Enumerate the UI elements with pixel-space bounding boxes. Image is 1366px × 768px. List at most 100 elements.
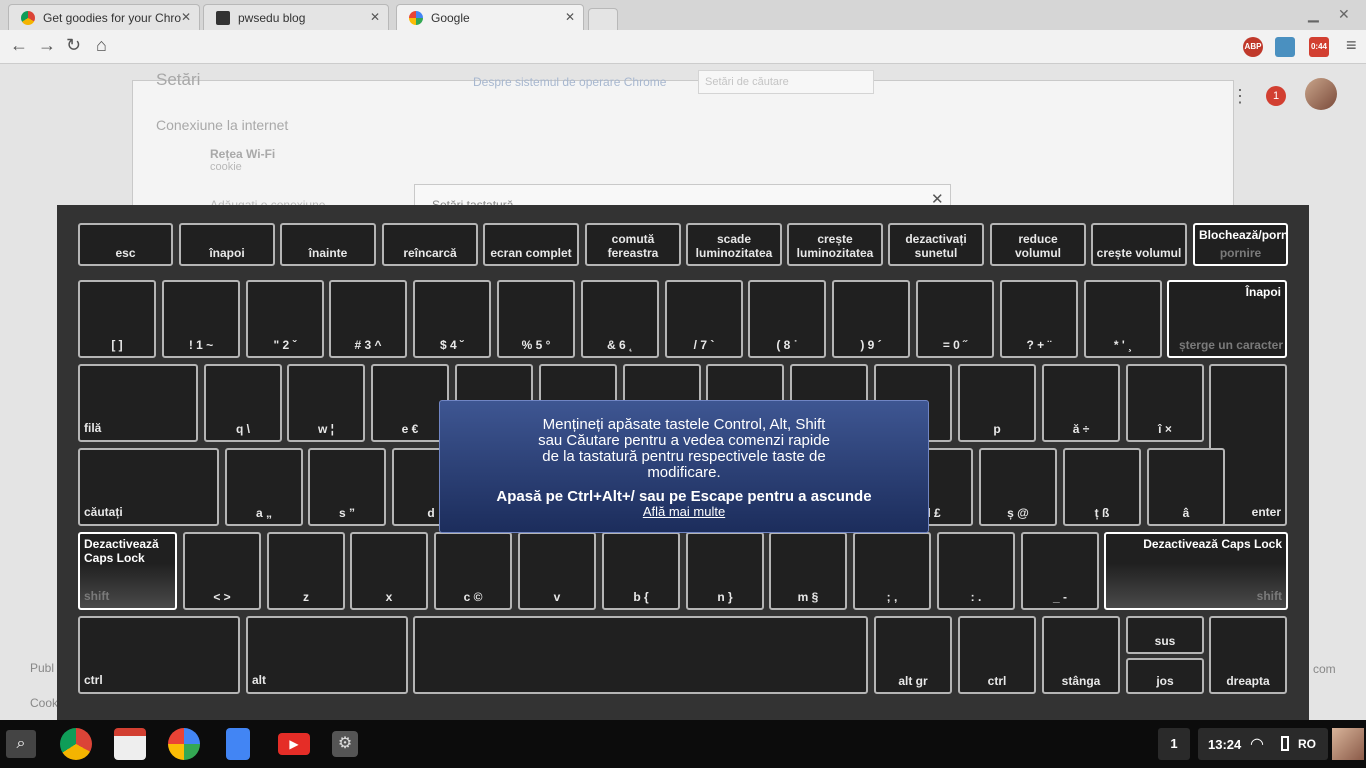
youtube-icon[interactable]: ▶ [278, 733, 310, 755]
launcher-search-icon[interactable]: ⌕ [6, 730, 36, 758]
key-0: = 0 ˝ [916, 280, 994, 358]
key-e: e € [371, 364, 449, 442]
settings-app-icon[interactable]: ⚙ [332, 731, 358, 757]
key-7: / 7 ` [665, 280, 743, 358]
tab-google[interactable]: Google ✕ [396, 4, 584, 30]
key-a: a „ [225, 448, 303, 526]
key-i-circumflex: î × [1126, 364, 1204, 442]
key-3: # 3 ^ [329, 280, 407, 358]
about-chrome-os-link[interactable]: Despre sistemul de operare Chrome [473, 75, 666, 89]
wifi-icon: ◠ [1250, 736, 1264, 753]
key-m: m § [769, 532, 847, 610]
key-volume-up: crește volumul [1091, 223, 1187, 266]
key-space [413, 616, 868, 694]
key-s: s ” [308, 448, 386, 526]
key-alt: alt [246, 616, 408, 694]
battery-icon [1281, 736, 1289, 751]
key-esc: esc [78, 223, 173, 266]
key-1: ! 1 ~ [162, 280, 240, 358]
key-switch-window: comută fereastra [585, 223, 681, 266]
key-ctrl-left: ctrl [78, 616, 240, 694]
forward-icon[interactable]: → [38, 35, 56, 56]
notification-badge[interactable]: 1 [1266, 86, 1286, 106]
key-down: jos [1126, 658, 1204, 694]
gmail-icon[interactable] [114, 728, 146, 760]
new-tab-button[interactable] [588, 8, 618, 30]
key-6: & 6 ˛ [581, 280, 659, 358]
footer-link[interactable]: Cook [30, 696, 58, 710]
home-icon[interactable]: ⌂ [96, 35, 107, 56]
status-area[interactable]: 13:24 ◠ RO [1198, 728, 1328, 760]
minimize-icon[interactable]: ▁ [1308, 6, 1319, 23]
key-brightness-down: scade luminozitatea [686, 223, 782, 266]
google-icon [409, 11, 423, 25]
close-window-icon[interactable]: ✕ [1338, 6, 1350, 23]
language-indicator: RO [1298, 737, 1316, 751]
key-alt-gr: alt gr [874, 616, 952, 694]
clock: 13:24 [1208, 737, 1242, 752]
popup-line: modificare. [647, 464, 721, 481]
apps-icon[interactable]: ⋮ [1231, 86, 1249, 107]
key-shift-right: Dezactivează Caps Lock shift [1104, 532, 1288, 610]
menu-icon[interactable]: ≡ [1346, 35, 1357, 56]
settings-title: Setări [156, 70, 201, 89]
learn-more-link[interactable]: Află mai multe [440, 504, 928, 519]
key-bracket: [ ] [78, 280, 156, 358]
key-plus: ? + ¨ [1000, 280, 1078, 358]
key-backspace: Înapoi șterge un caracter [1167, 280, 1287, 358]
tab-goodies[interactable]: Get goodies for your Chro ✕ [8, 4, 200, 30]
popup-line: de la tastatură pentru respectivele tast… [542, 448, 826, 465]
key-2: " 2 ˇ [246, 280, 324, 358]
user-avatar[interactable] [1332, 728, 1364, 760]
avatar[interactable] [1305, 78, 1337, 110]
key-back: înapoi [179, 223, 275, 266]
tab-title: Get goodies for your Chro [43, 11, 182, 25]
key-5: % 5 ° [497, 280, 575, 358]
key-right: dreapta [1209, 616, 1287, 694]
docs-icon[interactable] [226, 728, 250, 760]
key-a-breve: ă ÷ [1042, 364, 1120, 442]
key-reload: reîncarcă [382, 223, 478, 266]
key-brightness-up: crește luminozitatea [787, 223, 883, 266]
key-v: v [518, 532, 596, 610]
footer-link[interactable]: com [1313, 662, 1336, 676]
blog-icon [216, 11, 230, 25]
key-4: $ 4 ˘ [413, 280, 491, 358]
key-forward: înainte [280, 223, 376, 266]
chrome-app-icon[interactable] [60, 728, 92, 760]
notification-count[interactable]: 1 [1158, 728, 1190, 760]
wifi-network-name: cookie [210, 161, 242, 173]
key-left: stânga [1042, 616, 1120, 694]
close-icon[interactable]: ✕ [370, 10, 380, 24]
tab-pwsedu[interactable]: pwsedu blog ✕ [203, 4, 389, 30]
key-t-comma: ț ß [1063, 448, 1141, 526]
tab-title: pwsedu blog [238, 11, 306, 25]
adblock-icon[interactable]: ABP [1243, 37, 1263, 57]
timer-icon[interactable]: 0:44 [1309, 37, 1329, 57]
settings-search-input[interactable]: Setări de căutare [698, 70, 874, 94]
key-n: n } [686, 532, 764, 610]
key-up: sus [1126, 616, 1204, 654]
reload-icon[interactable]: ↻ [66, 35, 81, 56]
key-x: x [350, 532, 428, 610]
shelf: ⌕ ▶ ⚙ 1 13:24 ◠ RO [0, 720, 1366, 768]
back-icon[interactable]: ← [10, 35, 28, 56]
key-p: p [958, 364, 1036, 442]
key-less-greater: < > [183, 532, 261, 610]
browser-toolbar: ← → ↻ ⌂ ABP 0:44 ≡ [0, 30, 1366, 64]
popup-line: Mențineți apăsate tastele Control, Alt, … [542, 416, 826, 433]
internet-section-title: Conexiune la internet [156, 117, 289, 133]
key-fullscreen: ecran complet [483, 223, 579, 266]
google-search-icon[interactable] [168, 728, 200, 760]
key-search: căutați [78, 448, 219, 526]
wifi-title[interactable]: Rețea Wi-Fi [210, 147, 275, 161]
shortcut-info-popup: Mențineți apăsate tastele Control, Alt, … [439, 400, 929, 533]
key-mute: dezactivați sunetul [888, 223, 984, 266]
key-shift-left: Dezactivează Caps Lock shift [78, 532, 177, 610]
close-icon[interactable]: ✕ [181, 10, 191, 24]
camera-icon[interactable] [1275, 37, 1295, 57]
close-icon[interactable]: ✕ [565, 10, 575, 24]
footer-link[interactable]: Publ [30, 661, 54, 675]
popup-hide-instruction: Apasă pe Ctrl+Alt+/ sau pe Escape pentru… [496, 488, 872, 505]
tab-strip: Get goodies for your Chro ✕ pwsedu blog … [0, 0, 1366, 30]
